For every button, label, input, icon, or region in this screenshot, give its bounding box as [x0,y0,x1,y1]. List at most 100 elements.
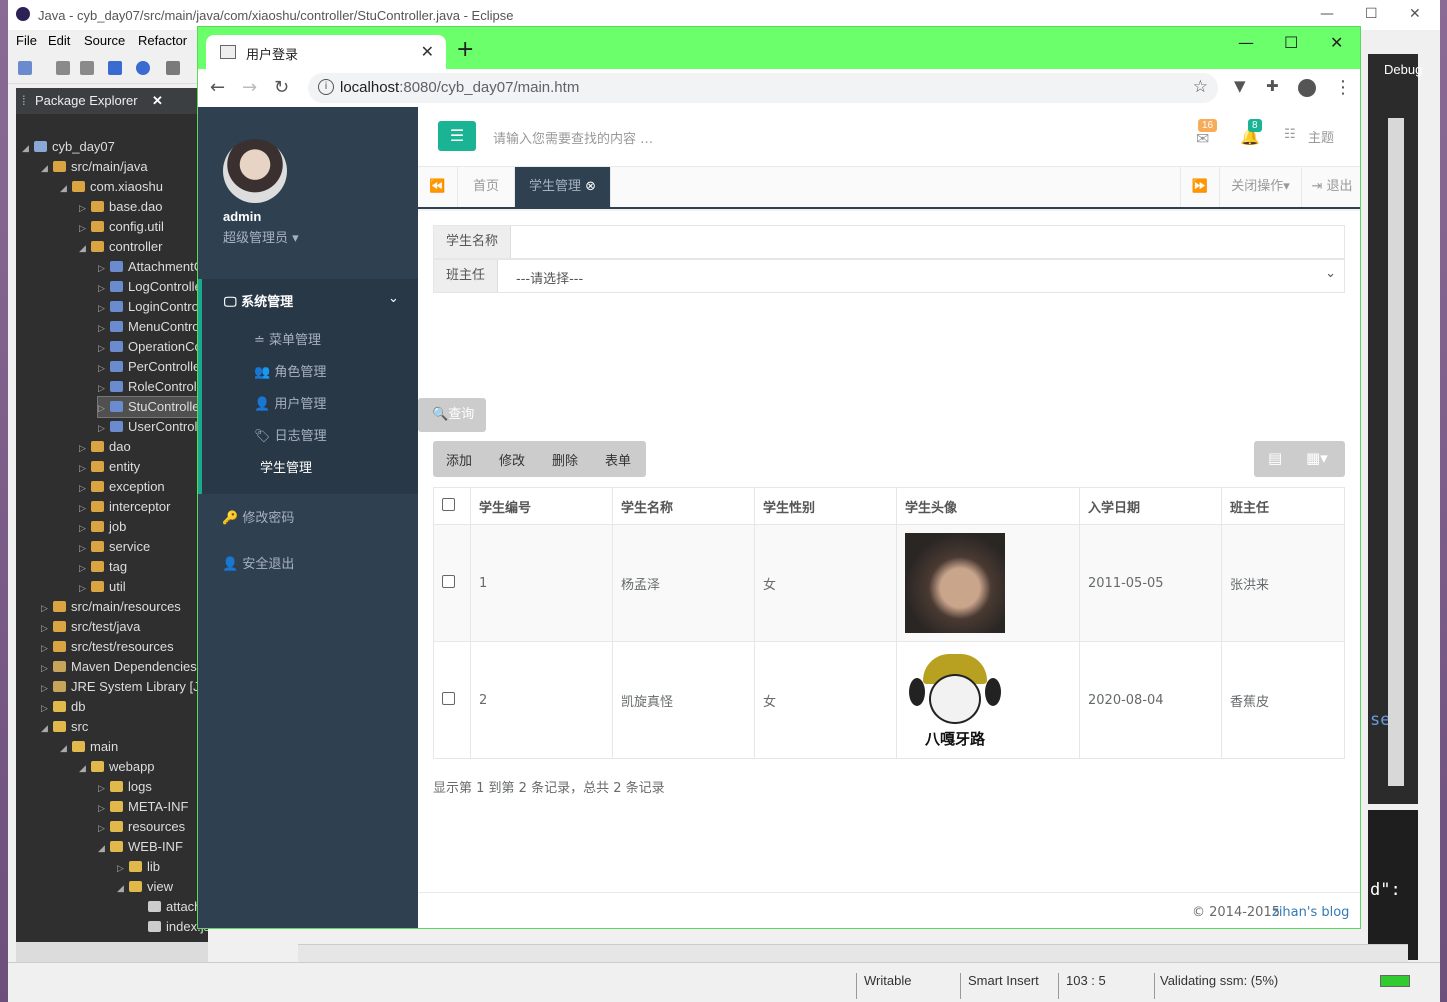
browser-minimize-icon[interactable]: — [1238,33,1254,52]
tree-item[interactable]: ◢ webapp [79,757,208,777]
debug-perspective[interactable]: Debug [1384,62,1422,77]
student-name-input[interactable] [516,226,1344,258]
tree-item[interactable]: ◢ cyb_day07 [22,137,208,157]
logout-link[interactable]: 👤 安全退出 [222,553,294,572]
close-view-icon[interactable]: ✕ [152,93,163,109]
extensions-puzzle-icon[interactable]: ✚ [1266,77,1279,95]
tree-item[interactable]: ▷ service [79,537,208,557]
chevron-down-icon[interactable]: ◢ [60,738,72,757]
chevron-down-icon[interactable]: ◢ [79,758,91,777]
chevron-right-icon[interactable]: ▷ [41,698,53,717]
table-row[interactable]: 2 凯旋真怪 女 八嘎牙路 2020-08-04 香蕉皮 [433,641,1345,759]
tree-item[interactable]: ▷ RoleController.java [98,377,208,397]
chevron-right-icon[interactable]: ▷ [79,518,91,537]
tree-item[interactable]: ▷ resources [98,817,208,837]
tree-item[interactable]: ▷ LogController.java [98,277,208,297]
maximize-icon[interactable]: ☐ [1365,6,1378,22]
chevron-right-icon[interactable]: ▷ [79,458,91,477]
user-role-dropdown[interactable]: 超级管理员 ▾ [223,227,299,246]
browser-menu-icon[interactable]: ⋮ [1334,77,1352,98]
editor-vertical-scrollbar[interactable] [1388,118,1404,786]
tab-scroll-right-icon[interactable]: ⏩ [1180,167,1220,207]
tree-item[interactable]: ▷ base.dao [79,197,208,217]
sidebar-item-user[interactable]: 👤 用户管理 [254,393,326,412]
profile-icon[interactable] [1298,79,1316,97]
change-password-link[interactable]: 🔑 修改密码 [222,507,294,526]
chevron-right-icon[interactable]: ▷ [98,818,110,837]
tree-item[interactable]: ▷ META-INF [98,797,208,817]
row-checkbox[interactable] [442,574,455,588]
tree-item[interactable]: ◢ com.xiaoshu [60,177,208,197]
tree-item[interactable]: ▷ config.util [79,217,208,237]
tree-item[interactable]: ▷ lib [117,857,208,877]
chevron-right-icon[interactable]: ▷ [41,638,53,657]
list-view-icon[interactable]: ▤ [1268,449,1282,467]
theme-icon[interactable]: ☷ [1284,127,1296,142]
chevron-right-icon[interactable]: ▷ [98,278,110,297]
sidebar-item-menu[interactable]: ≐ 菜单管理 [254,329,321,348]
chevron-right-icon[interactable]: ▷ [79,198,91,217]
chevron-right-icon[interactable]: ▷ [98,298,110,317]
chevron-right-icon[interactable]: ▷ [41,678,53,697]
footer-blog-link[interactable]: zihan's blog [1272,905,1349,920]
tab-close-icon[interactable]: ✕ [421,42,434,61]
tree-item[interactable]: ▷ entity [79,457,208,477]
chevron-down-icon[interactable]: ⌄ [388,291,399,306]
chevron-right-icon[interactable]: ▷ [41,598,53,617]
tree-item[interactable]: ▷ LoginController.java [98,297,208,317]
tab-close-icon[interactable]: ⊗ [585,179,596,194]
chevron-right-icon[interactable]: ▷ [98,778,110,797]
tree-item[interactable]: ◢ main [60,737,208,757]
browser-close-icon[interactable]: ✕ [1330,33,1343,52]
chevron-right-icon[interactable]: ▷ [41,618,53,637]
tree-item[interactable]: ▷ PerController.java [98,357,208,377]
chevron-down-icon[interactable]: ◢ [41,158,53,177]
chevron-down-icon[interactable]: ◢ [79,238,91,257]
menu-source[interactable]: Source [84,33,125,48]
terminal-icon[interactable] [108,61,122,75]
tree-item[interactable]: ▷ OperationController.java [98,337,208,357]
browser-maximize-icon[interactable]: ☐ [1284,33,1298,52]
teacher-select[interactable]: ---请选择--- [516,268,583,287]
reload-icon[interactable]: ↻ [274,77,289,98]
bookmark-star-icon[interactable]: ☆ [1193,77,1208,97]
chevron-down-icon[interactable]: ◢ [117,878,129,897]
chevron-right-icon[interactable]: ▷ [98,258,110,277]
col-student-gender[interactable]: 学生性别 [754,487,897,525]
tree-item[interactable]: ▷ job [79,517,208,537]
tree-item[interactable]: ▷ UserController.java [98,417,208,437]
browser-tab[interactable]: 用户登录 ✕ [206,35,446,69]
tree-item[interactable]: ▷ Maven Dependencies [41,657,208,677]
chevron-down-icon[interactable]: ◢ [98,838,110,857]
tree-item[interactable]: ◢ controller [79,237,208,257]
chevron-right-icon[interactable]: ▷ [79,578,91,597]
chevron-right-icon[interactable]: ▷ [98,318,110,337]
tree-item[interactable]: ▷ util [79,577,208,597]
tab-scroll-left-icon[interactable]: ⏪ [418,167,458,207]
chevron-right-icon[interactable]: ▷ [79,538,91,557]
site-info-icon[interactable]: i [318,79,334,95]
exit-link[interactable]: ⇥ 退出 [1302,167,1360,207]
col-student-avatar[interactable]: 学生头像 [896,487,1080,525]
menu-file[interactable]: File [16,33,37,48]
chevron-right-icon[interactable]: ▷ [41,658,53,677]
columns-grid-icon[interactable]: ▦▾ [1306,449,1328,467]
tree-item[interactable]: ▷ StuController.java [97,396,209,418]
back-icon[interactable]: ← [210,77,225,98]
tree-item[interactable]: ▷ MenuController.java [98,317,208,337]
menu-toggle-button[interactable]: ☰ [438,121,476,151]
chevron-right-icon[interactable]: ▷ [98,358,110,377]
tab-home[interactable]: 首页 [458,167,515,207]
close-ops-dropdown[interactable]: 关闭操作▾ [1220,167,1302,207]
save-icon[interactable] [56,61,70,75]
tree-item[interactable]: ◢ WEB-INF [98,837,208,857]
chevron-right-icon[interactable]: ▷ [98,398,110,417]
address-bar[interactable]: i localhost:8080/cyb_day07/main.htm ☆ [308,73,1218,103]
chevron-right-icon[interactable]: ▷ [98,338,110,357]
add-button[interactable]: 添加 [446,450,472,469]
col-enroll-date[interactable]: 入学日期 [1079,487,1222,525]
save-all-icon[interactable] [80,61,94,75]
chevron-right-icon[interactable]: ▷ [79,558,91,577]
chevron-down-icon[interactable]: ◢ [22,138,34,157]
tree-item[interactable]: ▷ AttachmentController.java [98,257,208,277]
